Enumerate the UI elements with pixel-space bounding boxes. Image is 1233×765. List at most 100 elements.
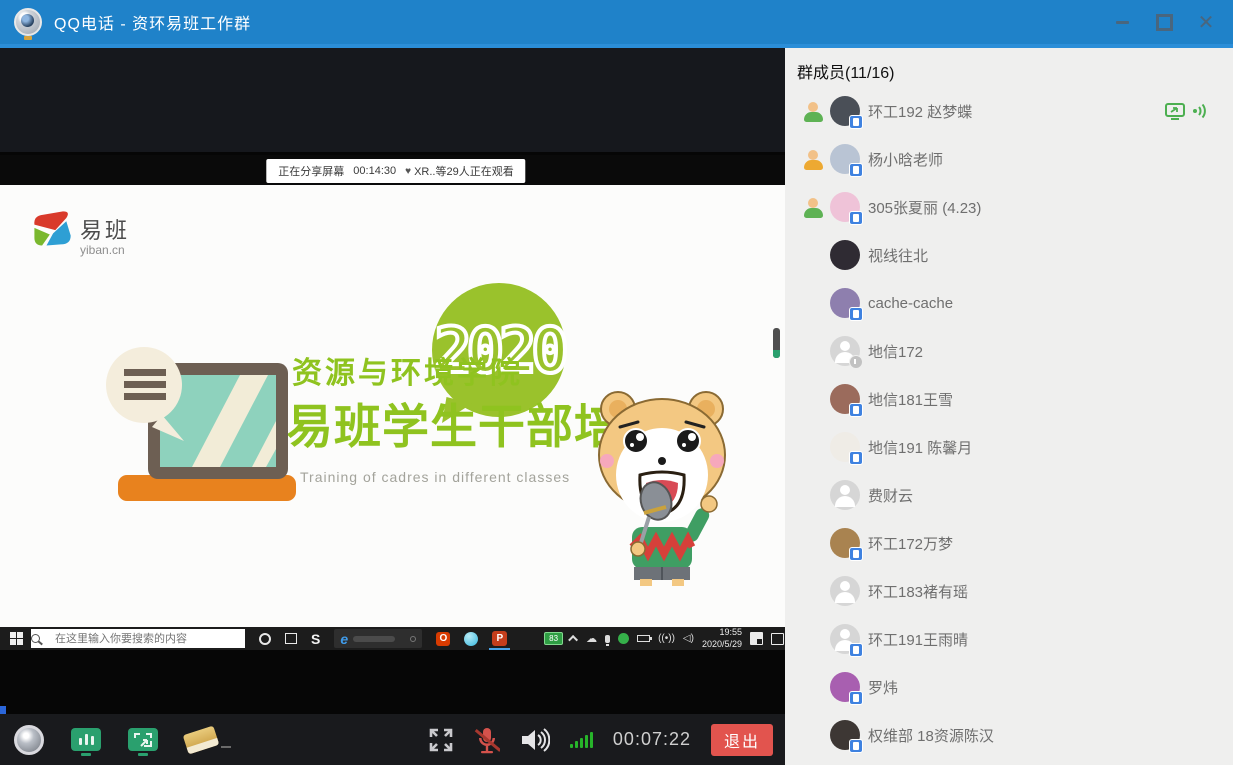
camera-toggle-icon[interactable]	[14, 725, 44, 755]
taskbar-time: 19:55	[702, 627, 742, 638]
sharing-status-pill: 正在分享屏幕 00:14:30 ♥ XR..等29人正在观看	[266, 159, 525, 183]
windows-start-icon	[10, 632, 23, 645]
yiban-logo-icon	[30, 207, 74, 251]
titlebar: QQ电话 - 资环易班工作群 ✕	[0, 0, 1233, 48]
member-row[interactable]: 地信191 陈馨月	[785, 423, 1233, 471]
fullscreen-icon[interactable]	[428, 727, 454, 753]
presence-icon	[803, 197, 824, 218]
exit-button[interactable]: 退出	[711, 724, 773, 756]
device-badge	[849, 115, 863, 129]
row-indicators	[1165, 103, 1207, 120]
member-row[interactable]: 杨小晗老师	[785, 135, 1233, 183]
s-app-icon: S	[311, 631, 320, 647]
call-timer: 00:07:22	[613, 729, 691, 750]
mic-muted-icon[interactable]	[474, 726, 500, 754]
viewers-text: XR..等29人正在观看	[414, 163, 514, 179]
close-icon[interactable]: ✕	[1193, 9, 1219, 35]
member-row[interactable]: 权维部 18资源陈汉	[785, 711, 1233, 759]
windows-taskbar: S e O P 83 ☁ ((•))	[0, 627, 790, 650]
screen-share-indicator-icon	[1165, 103, 1185, 120]
screen-share-icon[interactable]	[128, 728, 158, 751]
device-badge	[849, 403, 863, 417]
avatar	[830, 288, 860, 318]
call-toolbar: 00:07:22 退出	[0, 714, 785, 765]
screen-demo-icon[interactable]	[71, 728, 101, 751]
member-name: 地信172	[868, 341, 923, 362]
windows-search	[23, 629, 245, 648]
member-row[interactable]: 费财云	[785, 471, 1233, 519]
system-tray: 83 ☁ ((•)) ◁) 19:55 2020/5/29	[544, 627, 790, 650]
share-banner-strip: 正在分享屏幕 00:14:30 ♥ XR..等29人正在观看	[0, 155, 790, 185]
edge-icon: e	[340, 631, 348, 647]
member-name: 地信181王雪	[868, 389, 953, 410]
member-name: 305张夏丽 (4.23)	[868, 197, 981, 218]
device-badge	[849, 451, 863, 465]
avatar	[830, 672, 860, 702]
taskbar-clock: 19:55 2020/5/29	[702, 627, 742, 650]
members-panel: 群成员(11/16) 环工192 赵梦蝶 杨小晗老师	[785, 48, 1233, 765]
video-area: 正在分享屏幕 00:14:30 ♥ XR..等29人正在观看	[0, 48, 785, 765]
device-badge	[849, 307, 863, 321]
member-name: 环工172万梦	[868, 533, 953, 554]
member-name: 权维部 18资源陈汉	[868, 725, 994, 746]
edge-text-smudge	[353, 636, 395, 642]
member-row[interactable]: 视线往北	[785, 231, 1233, 279]
member-name: 环工183褚有瑶	[868, 581, 968, 602]
device-badge	[849, 547, 863, 561]
minimize-icon[interactable]	[1109, 9, 1135, 35]
sharing-label: 正在分享屏幕	[278, 163, 344, 179]
device-badge	[849, 211, 863, 225]
onedrive-cloud-icon: ☁	[586, 632, 597, 645]
member-row[interactable]: 地信181王雪	[785, 375, 1233, 423]
member-name: 环工192 赵梦蝶	[868, 101, 972, 122]
member-row[interactable]: 305张夏丽 (4.23)	[785, 183, 1233, 231]
member-row[interactable]: 罗炜	[785, 663, 1233, 711]
member-name: cache-cache	[868, 295, 953, 312]
window-controls: ✕	[1109, 0, 1219, 44]
yiban-logo: 易班 yiban.cn	[30, 207, 130, 257]
member-name: 杨小晗老师	[868, 149, 943, 170]
device-badge	[849, 643, 863, 657]
maximize-icon[interactable]	[1151, 9, 1177, 35]
avatar	[830, 576, 860, 606]
tray-chevron-icon	[568, 635, 578, 645]
slide-subtitle: Training of cadres in different classes	[300, 469, 570, 485]
avatar	[830, 384, 860, 414]
bear-mascot	[582, 381, 742, 586]
avatar	[830, 432, 860, 462]
avatar	[830, 144, 860, 174]
video-letterbox-top	[0, 48, 785, 152]
member-row[interactable]: 环工191王雨晴	[785, 615, 1233, 663]
avatar	[830, 240, 860, 270]
qq-call-window: QQ电话 - 资环易班工作群 ✕ 正在分享屏幕 00:14:30 ♥	[0, 0, 1233, 765]
device-badge	[849, 355, 863, 369]
member-row[interactable]: 地信172	[785, 327, 1233, 375]
window-title: QQ电话 - 资环易班工作群	[54, 10, 251, 34]
tray-sync-icon	[618, 633, 629, 644]
avatar	[830, 720, 860, 750]
member-list: 环工192 赵梦蝶 杨小晗老师	[785, 87, 1233, 759]
eraser-icon	[183, 725, 220, 754]
member-name: 视线往北	[868, 245, 928, 266]
member-row[interactable]: 环工183褚有瑶	[785, 567, 1233, 615]
edge-search-icon	[410, 636, 416, 642]
speaker-icon[interactable]	[520, 727, 550, 753]
viewers-icon: ♥	[405, 166, 411, 177]
device-badge	[849, 739, 863, 753]
member-row[interactable]: 环工172万梦	[785, 519, 1233, 567]
taskbar-date: 2020/5/29	[702, 639, 742, 650]
avatar	[830, 480, 860, 510]
sharing-duration: 00:14:30	[353, 165, 396, 177]
member-row[interactable]: 环工192 赵梦蝶	[785, 87, 1233, 135]
avatar	[830, 624, 860, 654]
avatar	[830, 528, 860, 558]
toolbar-left-group	[14, 725, 217, 755]
member-name: 费财云	[868, 485, 913, 506]
member-row[interactable]: cache-cache	[785, 279, 1233, 327]
presentation-slide: 易班 yiban.cn 2020 资源与环境学院 易班学生干部培训 Traini…	[0, 185, 790, 627]
slide-scrollbar-thumb	[773, 328, 780, 358]
whiteboard-button[interactable]	[185, 730, 217, 750]
shared-screen: 正在分享屏幕 00:14:30 ♥ XR..等29人正在观看	[0, 155, 790, 650]
viewers: ♥ XR..等29人正在观看	[405, 163, 514, 179]
powerpoint-taskbar-item: P	[492, 631, 507, 646]
